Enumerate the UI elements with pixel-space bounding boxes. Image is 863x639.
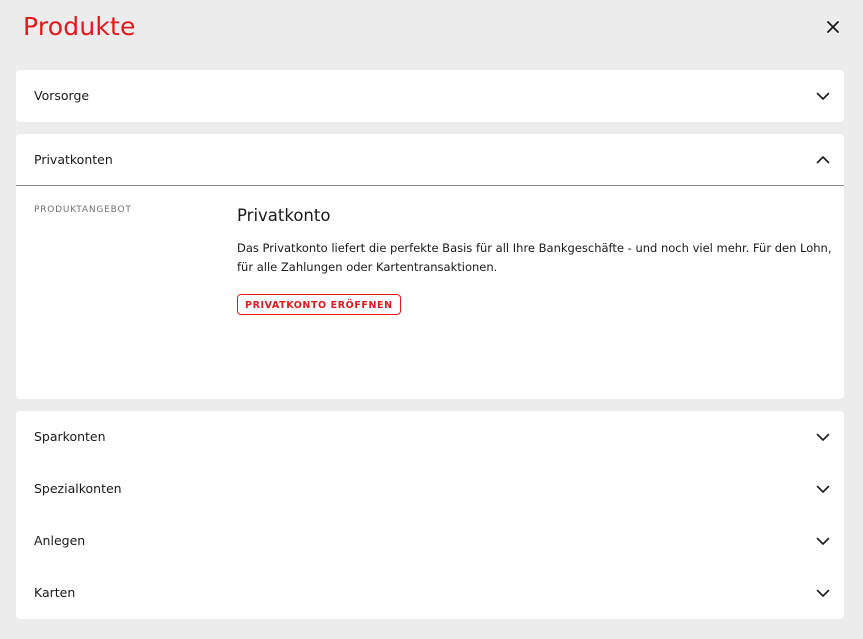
- accordion-header-sparkonten[interactable]: Sparkonten: [16, 411, 844, 463]
- products-modal: Produkte Vorsorge Privatkonten PRODUKTAN…: [0, 0, 863, 639]
- page-title: Produkte: [23, 12, 136, 41]
- accordion-label: Vorsorge: [34, 88, 90, 103]
- chevron-down-icon: [816, 485, 830, 493]
- chevron-down-icon: [816, 92, 830, 100]
- chevron-up-icon: [816, 156, 830, 164]
- chevron-down-icon: [816, 537, 830, 545]
- accordion-header-vorsorge[interactable]: Vorsorge: [16, 70, 844, 122]
- accordion-header-privatkonten[interactable]: Privatkonten: [16, 134, 844, 186]
- product-description: Das Privatkonto liefert die perfekte Bas…: [237, 241, 832, 274]
- close-button[interactable]: [822, 16, 844, 38]
- accordion-header-spezialkonten[interactable]: Spezialkonten: [16, 463, 844, 515]
- section-divider: [16, 185, 844, 186]
- chevron-down-icon: [816, 433, 830, 441]
- accordion-label: Sparkonten: [34, 429, 106, 444]
- section-label: PRODUKTANGEBOT: [34, 205, 132, 215]
- accordion-list: Sparkonten Spezialkonten Anlegen Karten: [16, 411, 844, 619]
- accordion-label: Spezialkonten: [34, 481, 122, 496]
- accordion-label: Anlegen: [34, 533, 86, 548]
- open-account-button[interactable]: PRIVATKONTO ERÖFFNEN: [237, 294, 401, 315]
- accordion-section-privatkonten: Privatkonten PRODUKTANGEBOT Privatkonto …: [16, 134, 844, 399]
- product-title: Privatkonto: [237, 206, 331, 225]
- accordion-header-anlegen[interactable]: Anlegen: [16, 515, 844, 567]
- chevron-down-icon: [816, 589, 830, 597]
- accordion-label: Privatkonten: [34, 152, 113, 167]
- accordion-label: Karten: [34, 585, 76, 600]
- close-icon: [827, 21, 839, 33]
- accordion-section-vorsorge: Vorsorge: [16, 70, 844, 122]
- accordion-header-karten[interactable]: Karten: [16, 567, 844, 619]
- modal-header: Produkte: [0, 0, 863, 64]
